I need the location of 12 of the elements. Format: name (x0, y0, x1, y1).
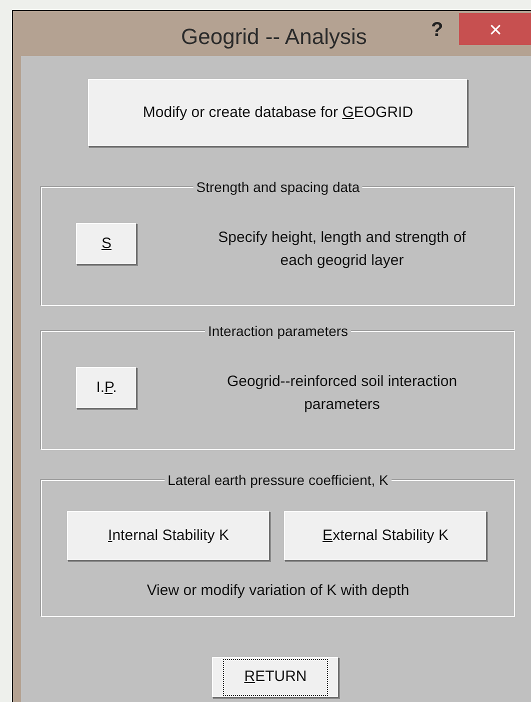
help-button[interactable]: ? (431, 15, 444, 45)
description-text: Geogrid--reinforced soil interaction parameters (226, 372, 458, 415)
action-button[interactable]: External Stability K (284, 511, 487, 561)
action-button[interactable]: I.P. (76, 367, 137, 409)
description-text: Specify height, length and strength of each geogrid layer (217, 228, 467, 271)
database-button[interactable]: Modify or create database for GEOGRID (88, 79, 468, 147)
description-text: View or modify variation of K with depth (146, 581, 410, 601)
close-button[interactable]: × (459, 13, 531, 45)
return-button[interactable]: RETURN (212, 657, 339, 698)
action-button[interactable]: S (76, 223, 137, 265)
window-title: Geogrid -- Analysis (181, 23, 367, 51)
action-button[interactable]: Internal Stability K (67, 511, 270, 561)
